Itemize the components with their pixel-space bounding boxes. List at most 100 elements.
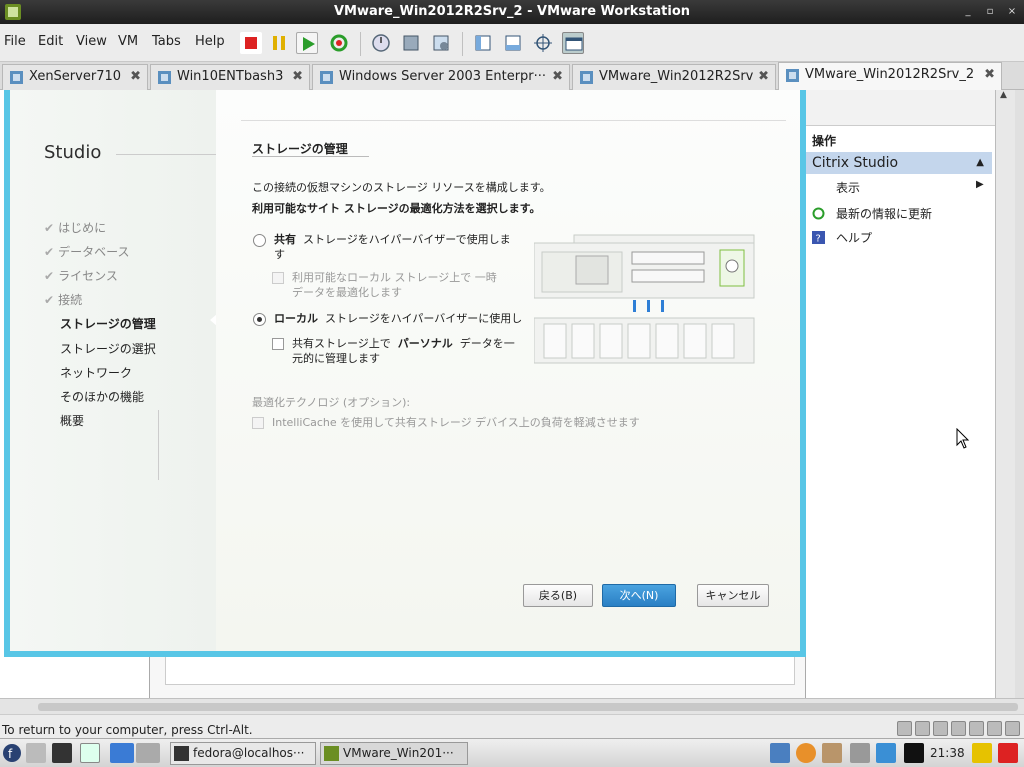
cd-drive-icon[interactable] — [915, 721, 930, 736]
minimize-button[interactable]: _ — [960, 4, 976, 20]
thumbnail-bar-button[interactable] — [502, 32, 524, 54]
menu-view[interactable]: View — [76, 34, 107, 49]
menu-file[interactable]: File — [4, 34, 26, 49]
vm-icon — [786, 69, 799, 82]
scroll-up-icon[interactable]: ▲ — [1000, 90, 1007, 100]
local-storage-radio[interactable] — [253, 313, 266, 326]
full-screen-button[interactable] — [562, 32, 584, 54]
suspend-button[interactable] — [268, 32, 290, 54]
cancel-button[interactable]: キャンセル — [697, 584, 769, 607]
svg-text:?: ? — [816, 234, 821, 245]
display-tray-icon[interactable] — [876, 743, 896, 763]
tab-windows-server-2003[interactable]: Windows Server 2003 Enterpr··· ✖ — [312, 64, 570, 90]
vm-display[interactable]: 操作 Citrix Studio ▲ 表示 ▶ 最新の情報に更新 ? ヘルプ ▲… — [0, 90, 1024, 698]
back-button[interactable]: 戻る(B) — [523, 584, 593, 607]
shared-storage-label[interactable]: 共有 ストレージをハイパーバイザーで使用します — [274, 232, 524, 262]
actions-section-citrix-studio[interactable]: Citrix Studio ▲ — [806, 152, 992, 174]
revert-snapshot-button[interactable] — [400, 32, 422, 54]
menu-help[interactable]: Help — [195, 34, 225, 49]
snapshot-revert-icon — [403, 35, 419, 51]
clock: 21:38 — [930, 746, 965, 760]
menu-edit[interactable]: Edit — [38, 34, 63, 49]
sound-icon[interactable] — [987, 721, 1002, 736]
terminal-icon — [174, 746, 189, 761]
scroll-thumb[interactable] — [38, 703, 1018, 711]
clock-icon — [372, 34, 390, 52]
question-text: 利用可能なサイト ストレージの最適化方法を選択します。 — [252, 202, 541, 215]
reset-button[interactable] — [328, 32, 350, 54]
menu-vm[interactable]: VM — [118, 34, 138, 49]
tab-vmware-win2012r2srv[interactable]: VMware_Win2012R2Srv ✖ — [572, 64, 776, 90]
power-tray-icon[interactable] — [998, 743, 1018, 763]
shared-storage-radio[interactable] — [253, 234, 266, 247]
site-setup-wizard: Studio ✔ はじめに ✔ データベース ✔ ライセンス ✔ 接続 ストレージの管理… — [4, 90, 806, 657]
tab-label: XenServer710 — [29, 69, 122, 84]
workspace-2-icon[interactable] — [136, 743, 160, 763]
tab-close-icon[interactable]: ✖ — [292, 65, 303, 89]
window-title: VMware_Win2012R2Srv_2 - VMware Workstati… — [333, 4, 690, 19]
restore-button[interactable]: ▫ — [982, 4, 998, 20]
notification-tray-icon[interactable] — [972, 743, 992, 763]
tab-vmware-win2012r2srv-2[interactable]: VMware_Win2012R2Srv_2 ✖ — [778, 62, 1002, 90]
vm-icon — [10, 71, 23, 84]
next-button[interactable]: 次へ(N) — [602, 584, 676, 607]
step-storage-management: ストレージの管理 — [60, 317, 156, 331]
network-adapter-icon[interactable] — [933, 721, 948, 736]
update-tray-icon[interactable] — [796, 743, 816, 763]
close-button[interactable]: × — [1004, 4, 1020, 20]
show-library-button[interactable] — [472, 32, 494, 54]
terminal-icon[interactable] — [52, 743, 72, 763]
step-database: ✔ データベース — [44, 245, 130, 259]
display-icon[interactable] — [1005, 721, 1020, 736]
dropbox-tray-icon[interactable] — [904, 743, 924, 763]
snapshot-manager-button[interactable] — [430, 32, 452, 54]
power-off-button[interactable] — [240, 32, 262, 54]
vm-icon — [580, 71, 593, 84]
optimize-temp-data-checkbox[interactable] — [272, 272, 284, 284]
check-icon: ✔ — [44, 293, 55, 307]
tab-label: Win10ENTbash3 — [177, 69, 284, 84]
horizontal-scrollbar[interactable] — [0, 699, 1024, 715]
tab-xenserver710[interactable]: XenServer710 ✖ — [2, 64, 148, 90]
tab-close-icon[interactable]: ✖ — [130, 65, 141, 89]
step-network: ネットワーク — [60, 366, 133, 380]
tab-close-icon[interactable]: ✖ — [758, 65, 769, 89]
tab-win10entbash3[interactable]: Win10ENTbash3 ✖ — [150, 64, 310, 90]
snapshot-button[interactable] — [370, 32, 392, 54]
vertical-scrollbar[interactable]: ▲ — [995, 90, 1015, 698]
task-vmware[interactable]: VMware_Win201··· — [320, 742, 468, 765]
refresh-icon — [330, 34, 348, 52]
usb-icon[interactable] — [969, 721, 984, 736]
tab-close-icon[interactable]: ✖ — [984, 63, 995, 87]
step-license: ✔ ライセンス — [44, 269, 118, 283]
personal-data-checkbox[interactable] — [272, 338, 284, 350]
snapshot-manager-icon — [433, 35, 449, 51]
action-help[interactable]: ヘルプ — [836, 229, 872, 246]
hard-disk-icon[interactable] — [897, 721, 912, 736]
intro-text: この接続の仮想マシンのストレージ リソースを構成します。 — [252, 181, 551, 194]
fit-guest-button[interactable] — [532, 32, 554, 54]
step-introduction: ✔ はじめに — [44, 221, 107, 235]
pause-icon — [273, 36, 285, 50]
vm-icon — [320, 71, 333, 84]
network-tray-icon[interactable] — [770, 743, 790, 763]
tab-close-icon[interactable]: ✖ — [552, 65, 563, 89]
fedora-icon[interactable]: f — [2, 743, 22, 763]
action-refresh[interactable]: 最新の情報に更新 — [836, 205, 932, 222]
action-view[interactable]: 表示 — [836, 179, 860, 196]
clipboard-tray-icon[interactable] — [822, 743, 842, 763]
menu-tabs[interactable]: Tabs — [152, 34, 181, 49]
personal-data-label: 共有ストレージ上で パーソナル データを一 元的に管理します — [292, 337, 515, 365]
file-manager-icon[interactable] — [26, 743, 46, 763]
volume-tray-icon[interactable] — [850, 743, 870, 763]
actions-panel: 操作 Citrix Studio ▲ 表示 ▶ 最新の情報に更新 ? ヘルプ — [805, 90, 996, 698]
intellicache-checkbox[interactable] — [252, 417, 264, 429]
printer-icon[interactable] — [951, 721, 966, 736]
studio-brand: Studio — [44, 142, 102, 163]
local-storage-label[interactable]: ローカル ストレージをハイパーバイザーに使用し — [274, 311, 534, 326]
task-terminal[interactable]: fedora@localhos··· — [170, 742, 316, 765]
power-on-button[interactable] — [296, 32, 318, 54]
workspace-1-icon[interactable] — [110, 743, 134, 763]
check-icon: ✔ — [44, 221, 55, 235]
show-desktop-icon[interactable] — [80, 743, 100, 763]
